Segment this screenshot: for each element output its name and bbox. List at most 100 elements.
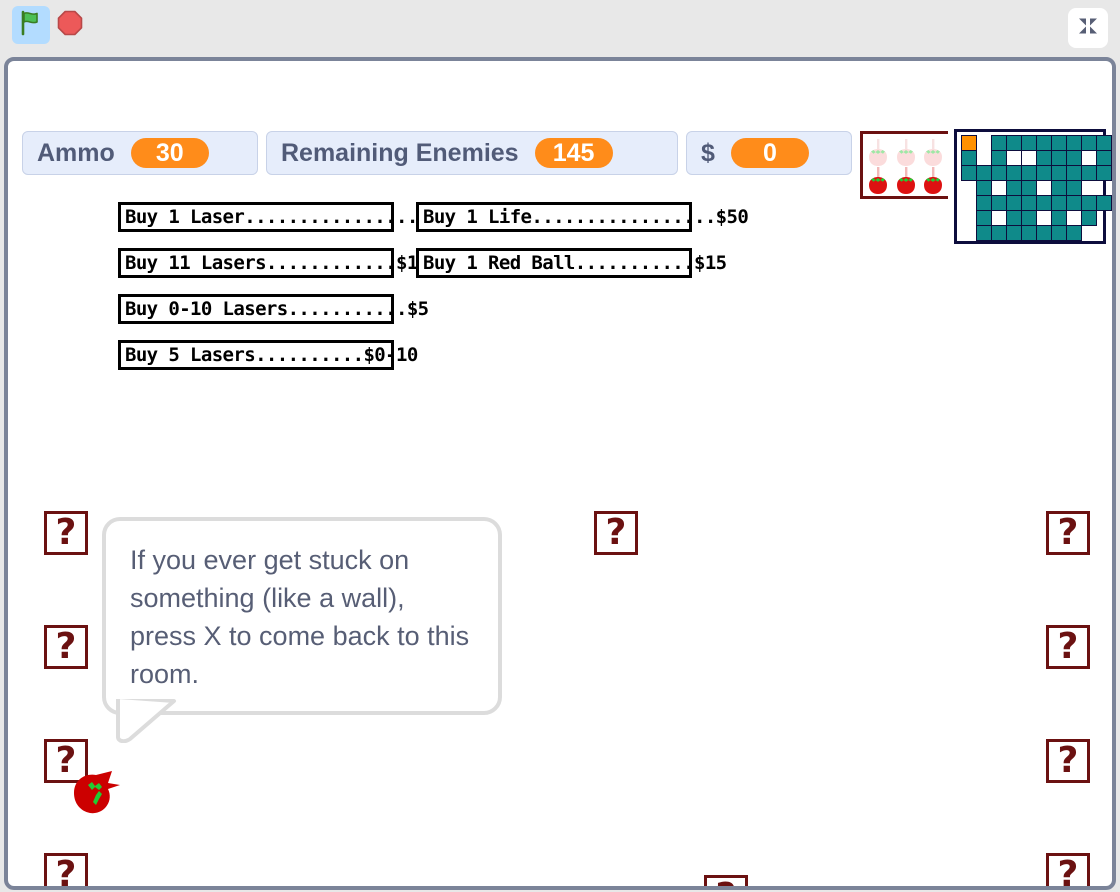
question-block[interactable]: ? [1046, 625, 1090, 669]
stage[interactable]: Ammo 30 Remaining Enemies 145 $0 Buy 1 Laser… [4, 57, 1116, 890]
lives-row-empty [865, 138, 948, 166]
green-flag-icon [18, 10, 44, 41]
minimap-room-cell [991, 195, 1007, 211]
minimap-room-cell [1051, 165, 1067, 181]
minimap-empty-cell [977, 136, 991, 150]
minimap-room-cell [1021, 195, 1037, 211]
speech-bubble: If you ever get stuck on something (like… [102, 517, 502, 715]
minimap-room-cell [976, 180, 992, 196]
minimap-room-cell [1096, 150, 1112, 166]
monitor-ammo[interactable]: Ammo 30 [22, 131, 258, 175]
scratch-player: Ammo 30 Remaining Enemies 145 $0 Buy 1 Laser… [0, 0, 1120, 892]
minimap-room-cell [1066, 180, 1082, 196]
question-block[interactable]: ? [1046, 739, 1090, 783]
minimap-room-cell [1021, 210, 1037, 226]
minimap-room-cell [1036, 165, 1052, 181]
minimap-empty-cell [1066, 210, 1082, 226]
minimap-grid [957, 132, 1112, 241]
minimap-room-cell [991, 135, 1007, 151]
question-block[interactable]: ? [44, 853, 88, 886]
minimap-room-cell [1081, 165, 1097, 181]
minimap-room-cell [1066, 225, 1082, 241]
minimap-room-cell [1036, 135, 1052, 151]
minimap [954, 129, 1112, 244]
minimap-room-cell [1066, 150, 1082, 166]
minimap-empty-cell [1082, 226, 1096, 240]
minimap-empty-cell [962, 211, 976, 225]
minimap-empty-cell [1097, 226, 1111, 240]
shop-item[interactable]: Buy 1 Red Ball...........$15 [416, 248, 727, 278]
shop-item[interactable]: Buy 11 Lasers............$10 [118, 248, 429, 278]
tomato-life-icon-empty [893, 138, 921, 166]
minimap-room-cell [1051, 195, 1067, 211]
minimap-room-cell [1036, 195, 1052, 211]
control-bar [0, 0, 1120, 57]
question-block[interactable]: ? [44, 625, 88, 669]
minimap-room-cell [991, 225, 1007, 241]
minimap-room-cell [1081, 210, 1097, 226]
question-block[interactable]: ? [594, 511, 638, 555]
tomato-life-icon-empty [920, 138, 948, 166]
minimap-empty-cell [1097, 211, 1111, 225]
minimap-player-cell [961, 135, 977, 151]
green-flag-button[interactable] [12, 6, 50, 44]
question-block[interactable]: ? [1046, 853, 1090, 886]
minimap-room-cell [1021, 135, 1037, 151]
exit-fullscreen-button[interactable] [1068, 8, 1108, 48]
minimap-room-cell [1006, 135, 1022, 151]
shop-item[interactable]: Buy 1 Life.................$50 [416, 202, 749, 232]
question-block[interactable]: ? [1046, 511, 1090, 555]
minimap-room-cell [976, 165, 992, 181]
question-block[interactable]: ? [704, 875, 748, 886]
minimap-empty-cell [962, 181, 976, 195]
minimap-room-cell [976, 210, 992, 226]
minimap-empty-cell [1081, 150, 1097, 166]
minimap-empty-cell [991, 210, 1007, 226]
lives-row-filled [865, 166, 948, 194]
tomato-life-icon-empty [865, 138, 893, 166]
minimap-room-cell [1021, 165, 1037, 181]
minimap-room-cell [976, 195, 992, 211]
minimap-empty-cell [962, 226, 976, 240]
minimap-empty-cell [1006, 150, 1022, 166]
minimap-room-cell [1066, 135, 1082, 151]
monitor-label: Remaining Enemies [281, 138, 519, 167]
monitor-remaining-enemies[interactable]: Remaining Enemies 145 [266, 131, 678, 175]
monitor-value: 145 [534, 138, 613, 168]
question-block[interactable]: ? [44, 511, 88, 555]
shop-item[interactable]: Buy 1 Laser.................$1 [118, 202, 451, 232]
minimap-room-cell [991, 150, 1007, 166]
minimap-empty-cell [991, 180, 1007, 196]
speech-bubble-tail [114, 697, 178, 743]
minimap-room-cell [1081, 195, 1097, 211]
minimap-empty-cell [1097, 181, 1111, 195]
minimap-room-cell [1036, 150, 1052, 166]
minimap-room-cell [991, 165, 1007, 181]
minimap-room-cell [1051, 180, 1067, 196]
minimap-empty-cell [1036, 180, 1052, 196]
monitor-value: 30 [130, 138, 209, 168]
minimap-room-cell [1066, 195, 1082, 211]
minimap-room-cell [1096, 195, 1112, 211]
minimap-empty-cell [1021, 150, 1037, 166]
shop-item[interactable]: Buy 0-10 Lasers...........$5 [118, 294, 429, 324]
shop-item[interactable]: Buy 5 Lasers..........$0-10 [118, 340, 418, 370]
stop-sign-icon [57, 10, 83, 41]
stop-button[interactable] [56, 10, 84, 41]
minimap-room-cell [1006, 165, 1022, 181]
minimap-room-cell [1096, 135, 1112, 151]
monitor-[interactable]: $0 [686, 131, 852, 175]
minimap-empty-cell [1036, 210, 1052, 226]
tomato-player-sprite[interactable] [68, 767, 124, 819]
minimap-empty-cell [977, 151, 991, 165]
minimap-room-cell [1021, 225, 1037, 241]
minimap-room-cell [1021, 180, 1037, 196]
minimap-room-cell [1051, 225, 1067, 241]
minimap-room-cell [961, 150, 977, 166]
minimap-room-cell [1006, 180, 1022, 196]
lives-indicator [860, 131, 948, 199]
minimap-room-cell [1006, 225, 1022, 241]
minimap-empty-cell [962, 196, 976, 210]
minimap-room-cell [1006, 210, 1022, 226]
minimap-room-cell [1081, 135, 1097, 151]
